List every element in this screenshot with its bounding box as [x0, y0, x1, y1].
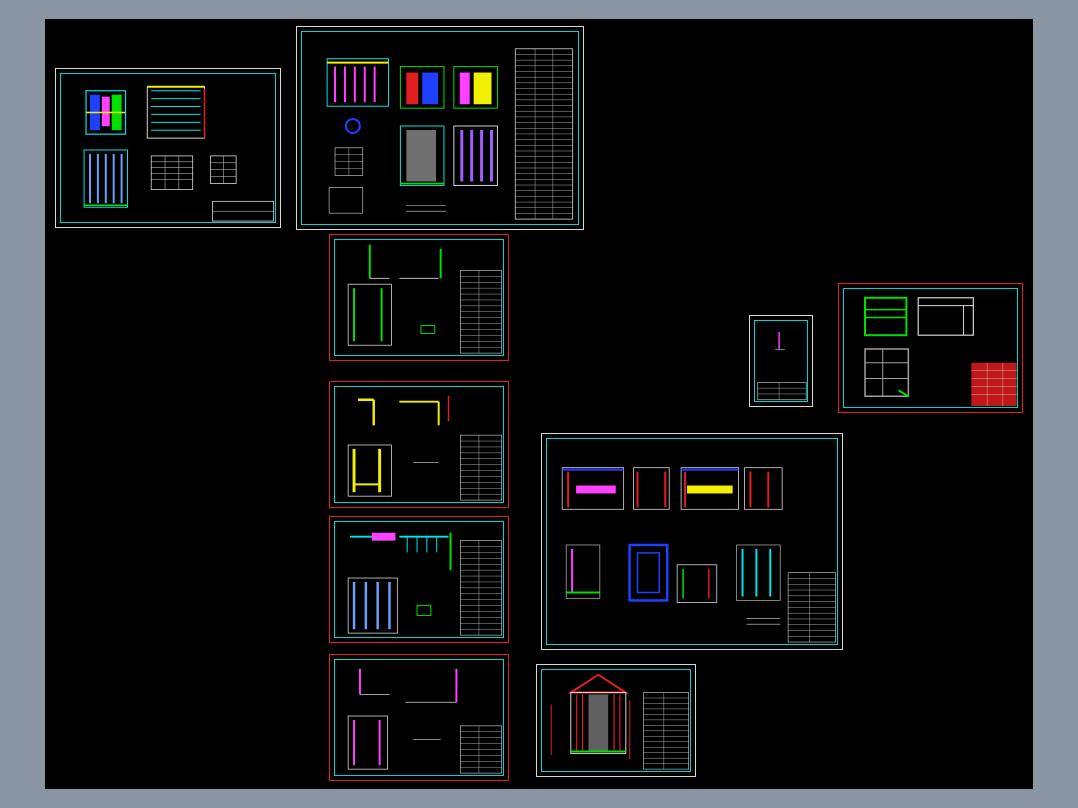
sheet-frame-detail[interactable] [838, 283, 1023, 413]
elevation-drawing [550, 673, 689, 770]
sheet-main-assembly[interactable] [296, 26, 584, 230]
sheet-small-detail[interactable] [749, 315, 813, 407]
small-detail-drawing [757, 331, 807, 401]
sheet-section-a[interactable] [329, 234, 509, 361]
section-b-drawing [347, 395, 502, 501]
sheet-multi-detail[interactable] [541, 433, 843, 650]
sheet-section-b[interactable] [329, 381, 509, 508]
frame-detail-drawing [864, 296, 1017, 407]
sheet-elevation[interactable] [536, 664, 696, 777]
cad-model-space[interactable] [45, 19, 1033, 789]
sheet-section-c[interactable] [329, 516, 509, 643]
sheet-plan-overview[interactable] [55, 68, 281, 228]
section-d-drawing [347, 668, 502, 774]
main-assembly-drawing [326, 48, 574, 220]
sheet-section-d[interactable] [329, 654, 509, 781]
multi-detail-drawing [561, 467, 836, 643]
plan-overview-drawing [83, 85, 275, 222]
section-c-drawing [347, 532, 502, 636]
section-a-drawing [347, 244, 502, 354]
